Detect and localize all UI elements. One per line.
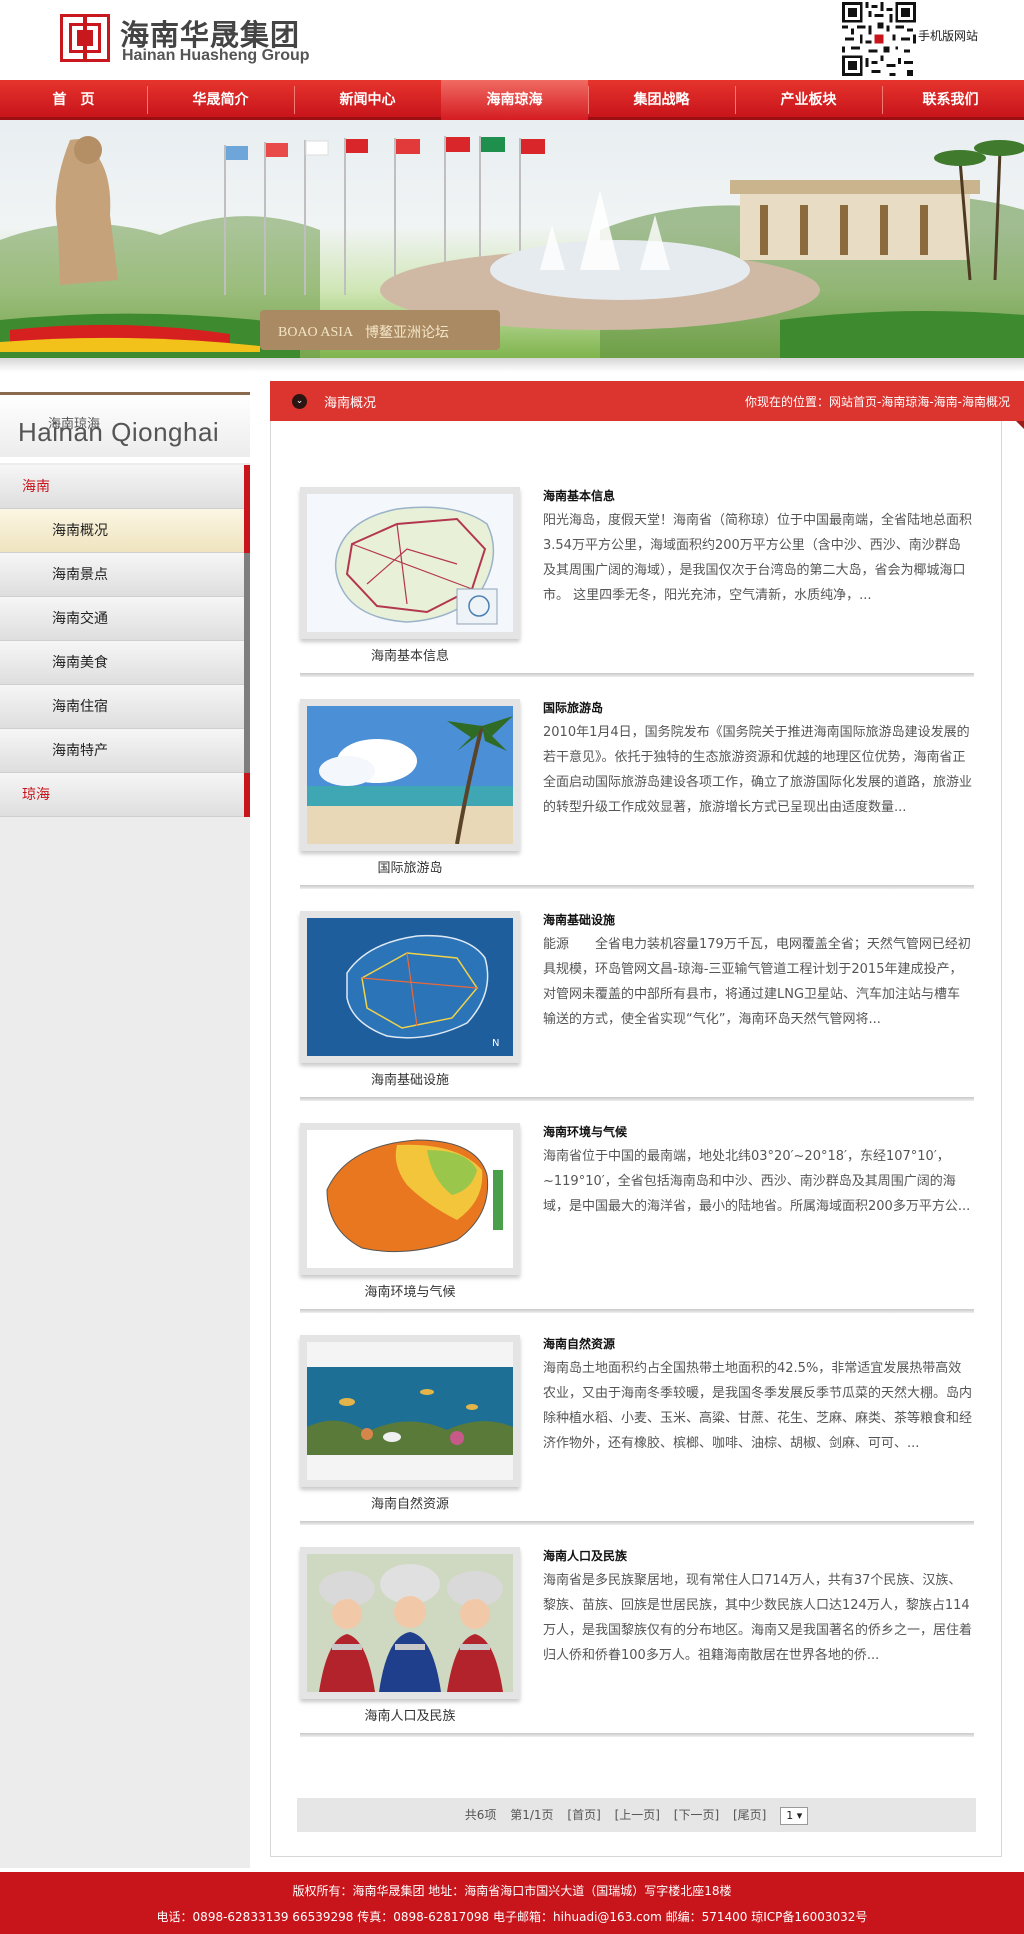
svg-text:博鳌亚洲论坛: 博鳌亚洲论坛 (365, 324, 449, 341)
map-icon (307, 494, 513, 632)
sidebar-item-hainan-attractions[interactable]: 海南景点 (0, 553, 250, 597)
divider (300, 673, 974, 677)
list-item: 海南人口及民族 海南人口及民族 海南省是多民族聚居地，现有常住人口714万人，共… (300, 1547, 974, 1759)
sidebar-item-label: 海南特产 (52, 743, 108, 759)
article-thumbnail[interactable] (300, 487, 520, 639)
article-summary: 2010年1月4日，国务院发布《国务院关于推进海南国际旅游岛建设发展的若干意见》… (543, 725, 973, 815)
article-title[interactable]: 海南基础设施 (543, 911, 615, 928)
article-thumbnail[interactable] (300, 699, 520, 851)
sidebar-title: Hainan Qionghai 海南琼海 (0, 395, 250, 457)
list-item: 海南自然资源 海南自然资源 海南岛土地面积约占全国热带土地面积的42.5%，非常… (300, 1335, 974, 1547)
article-title[interactable]: 海南基本信息 (543, 487, 615, 504)
thumbnail-caption[interactable]: 海南基础设施 (300, 1069, 520, 1088)
sidebar-item-qionghai[interactable]: 琼海 (0, 773, 250, 817)
footer-contact: 电话：0898-62833139 66539298 传真：0898-628170… (156, 1910, 868, 1924)
content-header: ⌄ 海南概况 你现在的位置：网站首页-海南琼海-海南-海南概况 (270, 381, 1024, 429)
nav-contact[interactable]: 联系我们 (877, 80, 1024, 120)
sidebar-item-hainan-specialties[interactable]: 海南特产 (0, 729, 250, 773)
logo-icon[interactable] (60, 14, 110, 62)
article-title[interactable]: 海南人口及民族 (543, 1547, 627, 1564)
pager-prev-link[interactable]: [上一页] (615, 1808, 660, 1822)
divider (300, 1521, 974, 1525)
sidebar-item-label: 海南美食 (52, 655, 108, 671)
hero-banner: BOAO ASIA 博鳌亚洲论坛 (0, 120, 1024, 358)
divider (300, 1733, 974, 1737)
banner-shadow (0, 358, 1024, 372)
pagination: 共6项 第1/1页 [首页] [上一页] [下一页] [尾页] 1 ▾ (297, 1798, 976, 1832)
infrastructure-map-icon: N (307, 918, 513, 1056)
article-title[interactable]: 海南自然资源 (543, 1335, 615, 1352)
article-summary: 能源 全省电力装机容量179万千瓦，电网覆盖全省；天然气管网已经初具规模，环岛管… (543, 937, 971, 1027)
ethnic-people-icon (307, 1554, 513, 1692)
thumbnail-caption[interactable]: 国际旅游岛 (300, 857, 520, 876)
sidebar-item-label: 海南概况 (52, 523, 108, 539)
sidebar-item-hainan-lodging[interactable]: 海南住宿 (0, 685, 250, 729)
thumbnail-caption[interactable]: 海南自然资源 (300, 1493, 520, 1512)
article-thumbnail[interactable] (300, 1335, 520, 1487)
article-summary: 海南省是多民族聚居地，现有常住人口714万人，共有37个民族、汉族、黎族、苗族、… (543, 1573, 973, 1663)
svg-text:BOAO ASIA: BOAO ASIA (278, 325, 354, 340)
sidebar-title-cn: 海南琼海 (48, 417, 101, 432)
boao-forum-scene-icon: BOAO ASIA 博鳌亚洲论坛 (0, 136, 1024, 358)
list-item: 海南基本信息 海南基本信息 阳光海岛，度假天堂！海南省（简称琼）位于中国最南端，… (300, 487, 974, 699)
list-item: N 海南基础设施 海南基础设施 能源 全省电力装机容量179万千瓦，电网覆盖全省… (300, 911, 974, 1123)
article-title[interactable]: 国际旅游岛 (543, 699, 603, 716)
thumbnail-caption[interactable]: 海南环境与气候 (300, 1281, 520, 1300)
pager-next-link[interactable]: [下一页] (674, 1808, 719, 1822)
sidebar-item-label: 海南 (22, 479, 50, 495)
article-thumbnail[interactable] (300, 1547, 520, 1699)
divider (300, 1309, 974, 1313)
page-title: 海南概况 (324, 396, 377, 411)
article-summary: 海南岛土地面积约占全国热带土地面积的42.5%，非常适宜发展热带高效农业，又由于… (543, 1361, 973, 1451)
article-title[interactable]: 海南环境与气候 (543, 1123, 627, 1140)
site-footer: 版权所有：海南华晟集团 地址：海南省海口市国兴大道（国瑞城）写字楼北座18楼 电… (0, 1872, 1024, 1934)
nav-about[interactable]: 华晟简介 (147, 80, 294, 120)
footer-copyright: 版权所有：海南华晟集团 地址：海南省海口市国兴大道（国瑞城）写字楼北座18楼 (292, 1884, 732, 1898)
nav-hainan-qionghai[interactable]: 海南琼海 (441, 80, 588, 120)
sidebar-item-hainan-transport[interactable]: 海南交通 (0, 597, 250, 641)
sidebar-item-label: 海南景点 (52, 567, 108, 583)
sidebar-item-hainan-food[interactable]: 海南美食 (0, 641, 250, 685)
nav-strategy[interactable]: 集团战略 (588, 80, 735, 120)
article-summary: 阳光海岛，度假天堂！海南省（简称琼）位于中国最南端，全省陆地总面积3.54万平方… (543, 513, 973, 603)
logo-text-en[interactable]: Hainan Huasheng Group (122, 47, 310, 65)
coral-reef-icon (307, 1342, 513, 1480)
sidebar-item-label: 海南交通 (52, 611, 108, 627)
pager-total: 共6项 (464, 1808, 497, 1822)
pager-first-link[interactable]: [首页] (567, 1808, 600, 1822)
mobile-site-label[interactable]: 手机版网站 (918, 27, 978, 44)
breadcrumb[interactable]: 你现在的位置：网站首页-海南琼海-海南-海南概况 (745, 393, 1010, 410)
qr-code-icon (842, 2, 916, 76)
site-header: 海南华晟集团 Hainan Huasheng Group 手机版网站 (0, 0, 1024, 78)
page-select[interactable]: 1 ▾ (780, 1806, 809, 1825)
sidebar-item-label: 海南住宿 (52, 699, 108, 715)
climate-map-icon (307, 1130, 513, 1268)
sidebar-item-label: 琼海 (22, 787, 50, 803)
pager-page-info: 第1/1页 (510, 1808, 554, 1822)
pager-last-link[interactable]: [尾页] (733, 1808, 766, 1822)
article-summary: 海南省位于中国的最南端，地处北纬03°20′~20°18′，东经107°10′，… (543, 1149, 971, 1214)
list-item: 国际旅游岛 国际旅游岛 2010年1月4日，国务院发布《国务院关于推进海南国际旅… (300, 699, 974, 911)
thumbnail-caption[interactable]: 海南人口及民族 (300, 1705, 520, 1724)
nav-home[interactable]: 首 页 (0, 80, 147, 120)
sidebar-item-hainan-overview[interactable]: 海南概况 (0, 509, 250, 553)
thumbnail-caption[interactable]: 海南基本信息 (300, 645, 520, 664)
nav-news[interactable]: 新闻中心 (294, 80, 441, 120)
divider (300, 1097, 974, 1101)
chevron-down-icon: ⌄ (292, 394, 307, 409)
beach-icon (307, 706, 513, 844)
svg-text:N: N (492, 1038, 499, 1049)
divider (300, 885, 974, 889)
article-thumbnail[interactable] (300, 1123, 520, 1275)
nav-industry[interactable]: 产业板块 (735, 80, 882, 120)
article-thumbnail[interactable]: N (300, 911, 520, 1063)
sidebar-item-hainan[interactable]: 海南 (0, 465, 250, 509)
list-item: 海南环境与气候 海南环境与气候 海南省位于中国的最南端，地处北纬03°20′~2… (300, 1123, 974, 1335)
main-nav: 首 页 华晟简介 新闻中心 海南琼海 集团战略 产业板块 联系我们 (0, 80, 1024, 120)
